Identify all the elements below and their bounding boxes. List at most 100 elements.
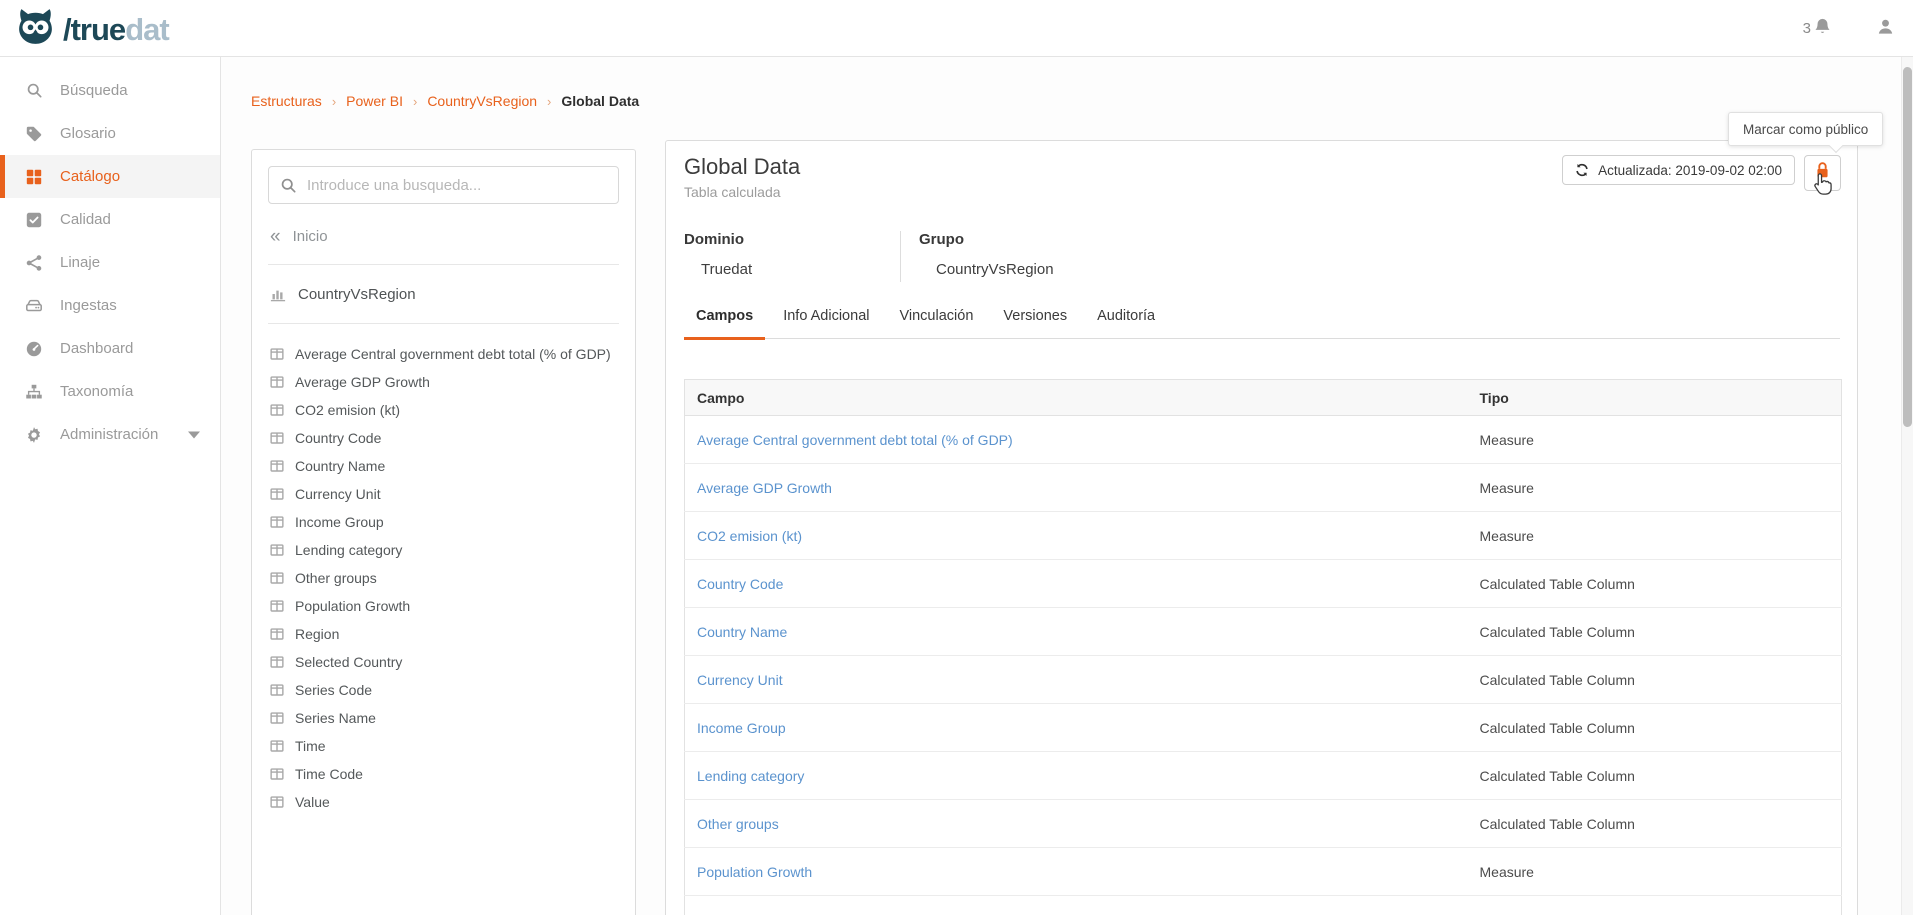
structure-tree-panel: « Inicio CountryVsRegion Average Central… [251, 149, 636, 915]
sidebar-item-calidad[interactable]: Calidad [0, 198, 220, 241]
table-column-icon [270, 627, 284, 641]
sidebar-item-ingestas[interactable]: Ingestas [0, 284, 220, 327]
field-link[interactable]: Lending category [697, 768, 804, 784]
field-row-6: Income Group Calculated Table Column [685, 704, 1842, 752]
field-link[interactable]: Other groups [697, 816, 779, 832]
tooltip-text: Marcar como público [1743, 122, 1868, 137]
tree-field-label: Series Name [295, 710, 376, 726]
truedat-logo[interactable]: /truedat [14, 7, 169, 51]
tree-field-5[interactable]: Currency Unit [268, 480, 619, 508]
meta-grupo: Grupo CountryVsRegion [901, 231, 1054, 282]
field-link[interactable]: Income Group [697, 720, 786, 736]
bar-chart-icon [270, 286, 286, 302]
field-link[interactable]: CO2 emision (kt) [697, 528, 802, 544]
sidebar-item-linaje[interactable]: Linaje [0, 241, 220, 284]
refresh-updated-button[interactable]: Actualizada: 2019-09-02 02:00 [1562, 155, 1795, 185]
sidebar-item-taxonomia[interactable]: Taxonomía [0, 370, 220, 413]
breadcrumb-link[interactable]: Power BI [346, 93, 403, 109]
notifications-button[interactable]: 3 [1803, 17, 1832, 41]
table-column-icon [270, 543, 284, 557]
field-type-cell: Measure [1468, 848, 1842, 896]
tree-field-12[interactable]: Series Code [268, 676, 619, 704]
field-type-cell: Measure [1468, 416, 1842, 464]
field-row-3: Country Code Calculated Table Column [685, 560, 1842, 608]
table-column-icon [270, 375, 284, 389]
tree-root-node[interactable]: CountryVsRegion [268, 281, 619, 307]
gauge-icon [24, 339, 44, 359]
breadcrumb-link[interactable]: Estructuras [251, 93, 322, 109]
tree-field-label: Country Code [295, 430, 381, 446]
breadcrumb-separator-icon: › [332, 94, 336, 109]
tree-field-label: Income Group [295, 514, 384, 530]
sidebar-item-catalogo[interactable]: Catálogo [0, 155, 220, 198]
table-column-icon [270, 431, 284, 445]
tree-field-3[interactable]: Country Code [268, 424, 619, 452]
tab-label: Auditoría [1097, 308, 1155, 324]
tree-field-10[interactable]: Region [268, 620, 619, 648]
table-column-icon [270, 655, 284, 669]
field-row-5: Currency Unit Calculated Table Column [685, 656, 1842, 704]
tree-field-13[interactable]: Series Name [268, 704, 619, 732]
drive-icon [24, 296, 44, 316]
table-column-icon [270, 487, 284, 501]
tree-field-8[interactable]: Other groups [268, 564, 619, 592]
breadcrumb-link[interactable]: Global Data [561, 93, 639, 109]
notification-count-badge: 3 [1803, 20, 1811, 37]
table-column-icon [270, 459, 284, 473]
field-link[interactable]: Average GDP Growth [697, 480, 832, 496]
sidebar-nav: Búsqueda Glosario Catálogo Calidad Linaj… [0, 57, 221, 915]
tree-field-16[interactable]: Value [268, 788, 619, 816]
table-column-icon [270, 739, 284, 753]
grid-icon [24, 167, 44, 187]
tab-versiones[interactable]: Versiones [991, 308, 1079, 340]
sidebar-item-label: Ingestas [60, 297, 117, 314]
lock-icon [1815, 161, 1830, 185]
table-column-icon [270, 515, 284, 529]
field-type-cell: Calculated Table Column [1468, 704, 1842, 752]
tree-field-2[interactable]: CO2 emision (kt) [268, 396, 619, 424]
tree-field-6[interactable]: Income Group [268, 508, 619, 536]
tab-vinculacion[interactable]: Vinculación [887, 308, 985, 340]
user-menu-button[interactable] [1876, 17, 1895, 41]
sidebar-item-glosario[interactable]: Glosario [0, 112, 220, 155]
sidebar-item-dashboard[interactable]: Dashboard [0, 327, 220, 370]
tree-field-label: Average Central government debt total (%… [295, 346, 611, 362]
tree-field-label: Time Code [295, 766, 363, 782]
tree-field-0[interactable]: Average Central government debt total (%… [268, 340, 619, 368]
field-link[interactable]: Average Central government debt total (%… [697, 432, 1013, 448]
tab-campos[interactable]: Campos [684, 308, 765, 340]
field-link[interactable]: Country Code [697, 576, 783, 592]
tree-field-7[interactable]: Lending category [268, 536, 619, 564]
search-icon [24, 81, 44, 101]
tree-field-15[interactable]: Time Code [268, 760, 619, 788]
tab-auditoria[interactable]: Auditoría [1085, 308, 1167, 340]
tree-field-11[interactable]: Selected Country [268, 648, 619, 676]
tab-info-adicional[interactable]: Info Adicional [771, 308, 881, 340]
field-link[interactable]: Country Name [697, 624, 787, 640]
sidebar-item-administracion[interactable]: Administración [0, 413, 220, 456]
share-nodes-icon [24, 253, 44, 273]
field-link[interactable]: Currency Unit [697, 672, 783, 688]
sidebar-item-busqueda[interactable]: Búsqueda [0, 69, 220, 112]
user-icon [1876, 17, 1895, 41]
field-type-cell: Measure [1468, 464, 1842, 512]
tree-field-14[interactable]: Time [268, 732, 619, 760]
tree-field-label: Selected Country [295, 654, 402, 670]
tree-field-1[interactable]: Average GDP Growth [268, 368, 619, 396]
field-link[interactable]: Population Growth [697, 864, 812, 880]
search-icon [280, 177, 297, 199]
scrollbar-thumb[interactable] [1903, 67, 1912, 427]
tree-back-home[interactable]: « Inicio [268, 224, 619, 248]
field-type-cell: Measure [1468, 512, 1842, 560]
tree-field-4[interactable]: Country Name [268, 452, 619, 480]
tab-label: Vinculación [899, 308, 973, 324]
tree-search-input[interactable] [269, 167, 618, 203]
tree-field-9[interactable]: Population Growth [268, 592, 619, 620]
tree-root-label: CountryVsRegion [298, 286, 416, 303]
confidentiality-lock-button[interactable] [1804, 155, 1841, 191]
vertical-scrollbar [1901, 57, 1913, 915]
tab-label: Campos [696, 308, 753, 324]
field-link[interactable]: Region [697, 912, 741, 915]
table-column-icon [270, 347, 284, 361]
breadcrumb-link[interactable]: CountryVsRegion [427, 93, 537, 109]
